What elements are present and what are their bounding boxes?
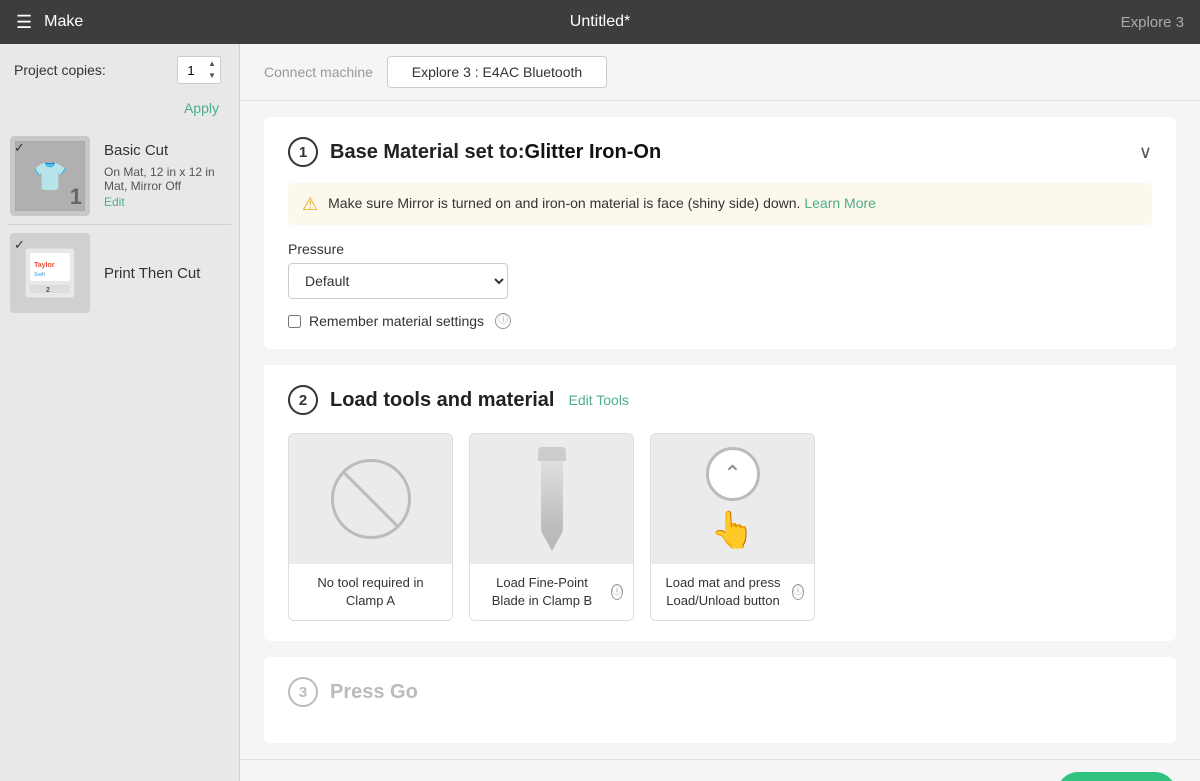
thumb-grid-1: 👕 1 — [15, 141, 85, 211]
svg-text:Taylor: Taylor — [34, 262, 55, 269]
no-tool-label: No tool required in Clamp A — [289, 564, 452, 620]
blade-img — [470, 434, 633, 564]
list-item[interactable]: ✓ Taylor Swift 2 Print Then Cut — [0, 225, 239, 321]
section-3: 3 Press Go — [264, 657, 1176, 743]
copies-input[interactable] — [178, 63, 204, 78]
blade-body — [541, 461, 563, 531]
load-mat-img: ⌃ 👆 — [651, 434, 814, 564]
project-edit-1[interactable]: Edit — [104, 195, 125, 209]
topbar: ☰ Make Untitled* Explore 3 — [0, 0, 1200, 44]
copies-down-arrow[interactable]: ▼ — [204, 70, 220, 82]
collapse-icon[interactable]: ∨ — [1139, 142, 1152, 163]
warning-text: Make sure Mirror is turned on and iron-o… — [328, 193, 876, 214]
section-num-1: 1 — [288, 137, 318, 167]
warning-row: ⚠ Make sure Mirror is turned on and iron… — [288, 183, 1152, 225]
footer-bar: Finish — [240, 759, 1200, 781]
thumb-number-1: 1 — [70, 184, 82, 210]
blade-tip — [541, 531, 563, 551]
blade-info-icon[interactable]: ⓘ — [611, 584, 623, 600]
menu-icon[interactable]: ☰ — [16, 12, 32, 33]
section-num-2: 2 — [288, 385, 318, 415]
apply-row: Apply — [0, 96, 239, 128]
section-2: 2 Load tools and material Edit Tools No … — [264, 365, 1176, 641]
tool-card-blade: Load Fine-Point Blade in Clamp B ⓘ — [469, 433, 634, 621]
blade-icon — [538, 447, 566, 551]
thumb-check-2: ✓ — [14, 237, 25, 253]
blade-top — [538, 447, 566, 461]
remember-row: Remember material settings ⓘ — [288, 313, 1152, 329]
copies-row: Project copies: ▲ ▼ — [0, 44, 239, 96]
section-1-material: Glitter Iron-On — [525, 141, 662, 164]
section-num-3: 3 — [288, 677, 318, 707]
thumb-check-1: ✓ — [14, 140, 25, 156]
copies-arrows: ▲ ▼ — [204, 58, 220, 82]
project-label-2: Print Then Cut — [104, 265, 200, 282]
svg-text:2: 2 — [46, 287, 50, 294]
load-button-circle: ⌃ — [706, 447, 760, 501]
project-info-2: Print Then Cut — [104, 265, 200, 282]
explore-label: Explore 3 — [1121, 14, 1184, 31]
remember-info-icon[interactable]: ⓘ — [495, 313, 511, 329]
blade-label: Load Fine-Point Blade in Clamp B ⓘ — [470, 564, 633, 620]
section-2-title: Load tools and material — [330, 389, 554, 412]
no-tool-icon — [331, 459, 411, 539]
warning-icon: ⚠ — [302, 194, 318, 215]
main-layout: Project copies: ▲ ▼ Apply 👕 1 ✓ — [0, 44, 1200, 781]
section-2-header: 2 Load tools and material Edit Tools — [288, 385, 1152, 415]
copies-label: Project copies: — [14, 62, 177, 78]
section-3-header: 3 Press Go — [288, 677, 1152, 707]
project-thumb-1: 👕 1 ✓ — [10, 136, 90, 216]
project-label-1: Basic Cut — [104, 142, 229, 159]
hand-icon: 👆 — [710, 509, 755, 551]
make-label: Make — [44, 13, 83, 31]
section-1: 1 Base Material set to: Glitter Iron-On … — [264, 117, 1176, 349]
thumb-shirt-icon: 👕 — [33, 160, 68, 193]
connect-bar: Connect machine Explore 3 : E4AC Bluetoo… — [240, 44, 1200, 101]
learn-more-link[interactable]: Learn More — [804, 195, 876, 211]
edit-tools-button[interactable]: Edit Tools — [568, 392, 628, 408]
connect-label: Connect machine — [264, 64, 373, 80]
section-1-header: 1 Base Material set to: Glitter Iron-On … — [288, 137, 1152, 167]
pressure-label: Pressure — [288, 241, 1152, 257]
load-icon: ⌃ 👆 — [706, 447, 760, 551]
finish-button[interactable]: Finish — [1057, 772, 1176, 781]
pressure-select[interactable]: Default More Less — [288, 263, 508, 299]
tool-cards: No tool required in Clamp A Load Fine-Po… — [288, 433, 1152, 621]
section-1-title: Base Material set to: — [330, 141, 525, 164]
sidebar: Project copies: ▲ ▼ Apply 👕 1 ✓ — [0, 44, 240, 781]
load-info-icon[interactable]: ⓘ — [792, 584, 804, 600]
no-tool-line — [342, 470, 399, 527]
tool-card-load-mat: ⌃ 👆 Load mat and press Load/Unload butto… — [650, 433, 815, 621]
remember-label: Remember material settings — [309, 313, 484, 329]
connect-machine-button[interactable]: Explore 3 : E4AC Bluetooth — [387, 56, 607, 88]
thumb-img-2: Taylor Swift 2 — [20, 243, 80, 303]
apply-button[interactable]: Apply — [178, 96, 225, 120]
no-tool-img — [289, 434, 452, 564]
svg-text:Swift: Swift — [34, 272, 45, 278]
page-title: Untitled* — [570, 13, 630, 31]
content-area: Connect machine Explore 3 : E4AC Bluetoo… — [240, 44, 1200, 781]
load-mat-label: Load mat and press Load/Unload button ⓘ — [651, 564, 814, 620]
load-arrow-icon: ⌃ — [723, 461, 741, 487]
tool-card-no-tool: No tool required in Clamp A — [288, 433, 453, 621]
section-3-title: Press Go — [330, 681, 418, 704]
project-sublabel-1: On Mat, 12 in x 12 in Mat, Mirror Off — [104, 165, 229, 193]
project-thumb-2: ✓ Taylor Swift 2 — [10, 233, 90, 313]
project-info-1: Basic Cut On Mat, 12 in x 12 in Mat, Mir… — [104, 142, 229, 211]
remember-checkbox[interactable] — [288, 315, 301, 328]
list-item[interactable]: 👕 1 ✓ Basic Cut On Mat, 12 in x 12 in Ma… — [0, 128, 239, 224]
copies-up-arrow[interactable]: ▲ — [204, 58, 220, 70]
copies-input-wrap: ▲ ▼ — [177, 56, 221, 84]
